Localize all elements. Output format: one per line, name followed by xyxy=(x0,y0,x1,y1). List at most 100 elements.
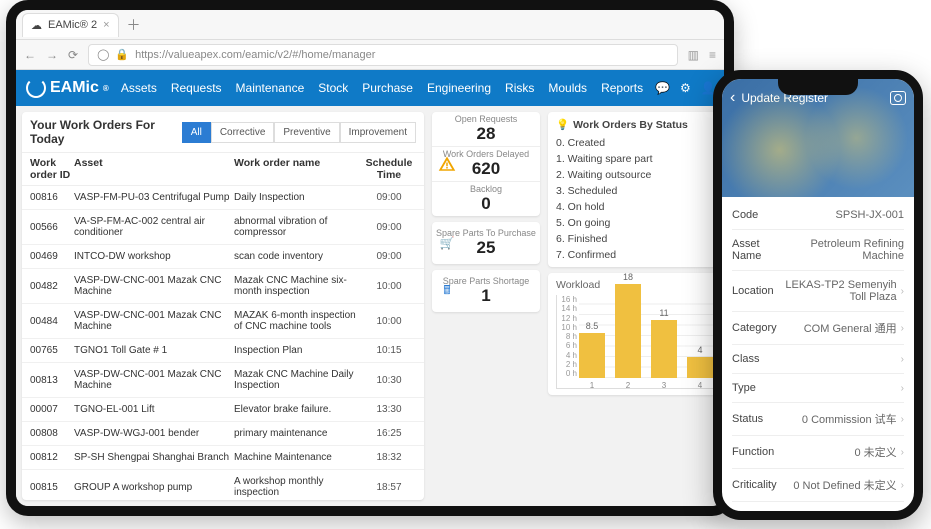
field-value: Petroleum Refining Machine xyxy=(784,238,904,262)
form-row[interactable]: CategoryCOM General 通用› xyxy=(732,312,904,345)
panel-title: Your Work Orders For Today xyxy=(30,118,178,146)
table-row[interactable]: 00482VASP-DW-CNC-001 Mazak CNC MachineMa… xyxy=(22,269,424,304)
status-panel: 💡Work Orders By Status 0. Created6751. W… xyxy=(548,112,724,267)
form-row[interactable]: LocationLEKAS-TP2 Semenyih Toll Plaza› xyxy=(732,271,904,312)
stat-label: Open Requests xyxy=(432,114,540,124)
cell-name: abnormal vibration of compressor xyxy=(234,216,362,238)
cell-name: Daily Inspection xyxy=(234,192,362,203)
wrench-icon xyxy=(26,78,46,98)
form-row[interactable]: Cost Center0 财务部› xyxy=(732,502,904,520)
form-row[interactable]: Class› xyxy=(732,345,904,374)
nav-item[interactable]: Purchase xyxy=(362,81,413,95)
status-row[interactable]: 1. Waiting spare part1 xyxy=(556,153,724,165)
nav-item[interactable]: Risks xyxy=(505,81,534,95)
nav-item[interactable]: Reports xyxy=(601,81,643,95)
stat-value: 28 xyxy=(432,124,540,144)
status-name: 1. Waiting spare part xyxy=(556,153,653,165)
nav-item[interactable]: Maintenance xyxy=(236,81,305,95)
chevron-right-icon: › xyxy=(901,447,904,458)
menu-icon[interactable]: ≡ xyxy=(709,48,716,62)
cell-asset: INTCO-DW workshop xyxy=(74,251,234,262)
table-row[interactable]: 00816VASP-FM-PU-03 Centrifugal PumpDaily… xyxy=(22,186,424,210)
chevron-right-icon: › xyxy=(901,323,904,334)
lock-icon: 🔒 xyxy=(115,48,129,61)
wo-filter-tabs: AllCorrectivePreventiveImprovement xyxy=(182,122,416,143)
nav-item[interactable]: Assets xyxy=(121,81,157,95)
table-row[interactable]: 00808VASP-DW-WGJ-001 benderprimary maint… xyxy=(22,422,424,446)
table-row[interactable]: 00765TGNO1 Toll Gate # 1Inspection Plan1… xyxy=(22,339,424,363)
table-row[interactable]: 00813VASP-DW-CNC-001 Mazak CNC MachineMa… xyxy=(22,363,424,398)
nav-item[interactable]: Moulds xyxy=(548,81,587,95)
main-nav: Assets Requests Maintenance Stock Purchase En… xyxy=(121,81,643,95)
status-row[interactable]: 6. Finished10 xyxy=(556,233,724,245)
status-row[interactable]: 7. Confirmed2 xyxy=(556,249,724,261)
close-tab-icon[interactable]: × xyxy=(103,19,109,31)
work-orders-panel: Your Work Orders For Today AllCorrective… xyxy=(22,112,424,500)
cell-id: 00007 xyxy=(30,404,74,415)
form-row[interactable]: Criticality0 Not Defined 未定义› xyxy=(732,469,904,502)
cell-asset: VASP-DW-CNC-001 Mazak CNC Machine xyxy=(74,310,234,332)
form-row[interactable]: CodeSPSH-JX-001 xyxy=(732,201,904,230)
cell-id: 00808 xyxy=(30,428,74,439)
spare-parts-shortage-card[interactable]: 🖩 Spare Parts Shortage 1 xyxy=(432,270,540,312)
back-icon[interactable]: ← xyxy=(24,48,36,62)
nav-item[interactable]: Stock xyxy=(318,81,348,95)
chart-bar: 113 xyxy=(651,320,677,378)
ytick: 6 h xyxy=(557,341,577,350)
status-name: 6. Finished xyxy=(556,233,607,245)
table-row[interactable]: 00484VASP-DW-CNC-001 Mazak CNC MachineMA… xyxy=(22,304,424,339)
form-row[interactable]: Type› xyxy=(732,374,904,403)
ytick: 12 h xyxy=(557,314,577,323)
ytick: 8 h xyxy=(557,332,577,341)
status-row[interactable]: 0. Created675 xyxy=(556,137,724,149)
table-row[interactable]: 00007TGNO-EL-001 LiftElevator brake fail… xyxy=(22,398,424,422)
table-row[interactable]: 00566VA-SP-FM-AC-002 central air conditi… xyxy=(22,210,424,245)
ytick: 10 h xyxy=(557,323,577,332)
cell-time: 13:30 xyxy=(362,404,416,415)
reload-icon[interactable]: ⟳ xyxy=(68,48,78,62)
col-id: Work order ID xyxy=(30,157,74,181)
bulb-icon: 💡 xyxy=(556,118,569,131)
field-value: › xyxy=(901,354,904,365)
table-row[interactable]: 00815GROUP A workshop pumpA workshop mon… xyxy=(22,470,424,500)
table-row[interactable]: 00469INTCO-DW workshopscan code inventor… xyxy=(22,245,424,269)
wo-tab[interactable]: Corrective xyxy=(211,122,275,143)
status-name: 0. Created xyxy=(556,137,605,149)
wo-tab[interactable]: Improvement xyxy=(340,122,416,143)
status-row[interactable]: 2. Waiting outsource0 xyxy=(556,169,724,181)
nav-item[interactable]: Requests xyxy=(171,81,222,95)
gear-icon[interactable]: ⚙ xyxy=(680,81,691,95)
cell-asset: VASP-DW-CNC-001 Mazak CNC Machine xyxy=(74,275,234,297)
brand-sup: ® xyxy=(103,84,109,93)
extension-icon[interactable]: ▥ xyxy=(688,48,699,62)
requests-stat-card[interactable]: Open Requests 28 Work Orders Delayed 620… xyxy=(432,112,540,216)
status-row[interactable]: 3. Scheduled11 xyxy=(556,185,724,197)
spare-parts-purchase-card[interactable]: 🛒 Spare Parts To Purchase 25 xyxy=(432,222,540,264)
cell-id: 00812 xyxy=(30,452,74,463)
form-row[interactable]: Status0 Commission 试车› xyxy=(732,403,904,436)
cell-asset: VASP-FM-PU-03 Centrifugal Pump xyxy=(74,192,234,203)
cart-icon: 🛒 xyxy=(438,234,456,252)
calculator-icon: 🖩 xyxy=(438,282,456,300)
status-row[interactable]: 4. On hold0 xyxy=(556,201,724,213)
field-value: › xyxy=(901,383,904,394)
cell-name: Mazak CNC Machine Daily Inspection xyxy=(234,369,362,391)
brand-logo[interactable]: EAMic® xyxy=(26,78,109,98)
ytick: 4 h xyxy=(557,351,577,360)
forward-icon[interactable]: → xyxy=(46,48,58,62)
wo-tab[interactable]: All xyxy=(182,122,211,143)
cell-asset: TGNO-EL-001 Lift xyxy=(74,404,234,415)
form-row[interactable]: Function0 未定义› xyxy=(732,436,904,469)
new-tab-button[interactable]: ＋ xyxy=(127,15,141,35)
browser-tab[interactable]: ☁ EAMic® 2 × xyxy=(22,13,119,37)
url-field[interactable]: ◯ 🔒 https://valueapex.com/eamic/v2/#/hom… xyxy=(88,44,678,66)
back-icon[interactable]: ‹ xyxy=(730,89,735,107)
cell-time: 10:00 xyxy=(362,316,416,327)
chat-icon[interactable]: 💬 xyxy=(655,81,670,95)
wo-tab[interactable]: Preventive xyxy=(274,122,339,143)
nav-item[interactable]: Engineering xyxy=(427,81,491,95)
form-row[interactable]: Asset NamePetroleum Refining Machine xyxy=(732,230,904,271)
camera-icon[interactable] xyxy=(890,91,906,105)
status-row[interactable]: 5. On going9 xyxy=(556,217,724,229)
table-row[interactable]: 00812SP-SH Shengpai Shanghai BranchMachi… xyxy=(22,446,424,470)
